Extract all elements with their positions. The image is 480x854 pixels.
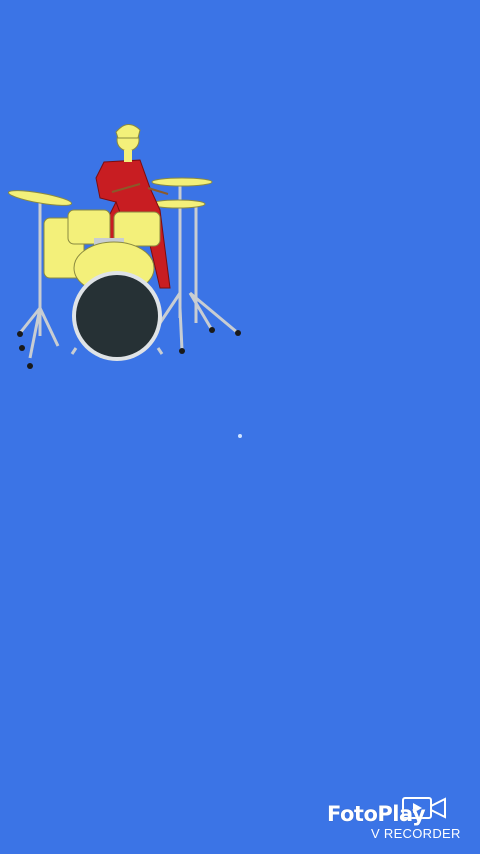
app-screen: FotoPlay V RECORDER: [0, 0, 480, 854]
touch-indicator-dot: [238, 434, 242, 438]
drummer-illustration: [7, 124, 241, 369]
watermark: FotoPlay V RECORDER: [327, 794, 472, 846]
watermark-brand: FotoPlay: [327, 802, 426, 826]
watermark-subtitle: V RECORDER: [371, 826, 461, 841]
bass-drum: [70, 241, 164, 361]
